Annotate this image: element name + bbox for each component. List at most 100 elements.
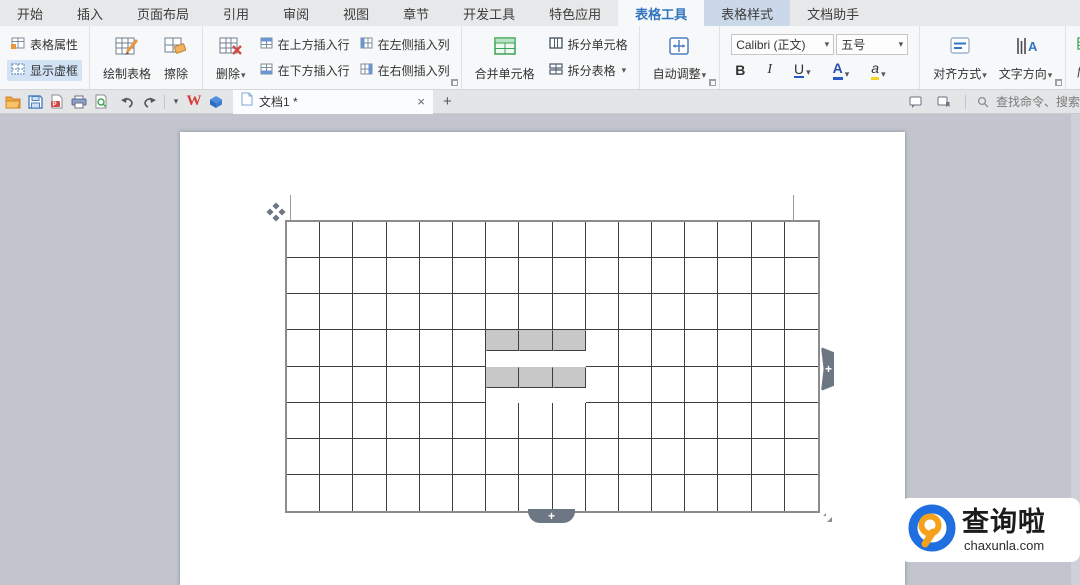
table-cell[interactable] [486,258,519,294]
table-cell[interactable] [387,367,420,403]
insert-col-right-button[interactable]: 在右侧插入列 [356,60,454,81]
menu-tab[interactable]: 章节 [386,0,446,26]
table-cell[interactable] [287,294,320,330]
table-cell[interactable] [353,294,386,330]
table-cell[interactable] [353,258,386,294]
table-cell[interactable] [519,258,552,294]
table-cell[interactable] [453,367,486,403]
table-cell[interactable] [353,222,386,258]
table-cell[interactable] [353,367,386,403]
table-cell[interactable] [287,439,320,475]
table-cell[interactable] [685,439,718,475]
print-preview-icon[interactable] [90,92,112,112]
undo-icon[interactable] [116,92,138,112]
table-cell[interactable] [519,403,552,439]
table-cell[interactable] [752,330,785,366]
table-cell[interactable] [718,258,751,294]
table-cell[interactable] [353,330,386,366]
table-cell[interactable] [685,403,718,439]
table-cell[interactable] [519,222,552,258]
table-cell[interactable] [619,439,652,475]
table-cell[interactable] [420,403,453,439]
table-cell[interactable] [752,475,785,511]
table-cell[interactable] [619,330,652,366]
highlight-button[interactable]: a▾ [867,60,889,80]
menu-tab[interactable]: 开发工具 [446,0,532,26]
table-cell[interactable] [387,330,420,366]
table-cell[interactable] [387,439,420,475]
table-cell[interactable] [387,475,420,511]
table-cell[interactable] [420,439,453,475]
menu-tab[interactable]: 视图 [326,0,386,26]
table-cell[interactable] [785,475,818,511]
table-cell[interactable] [652,475,685,511]
document-page[interactable]: + + [180,132,905,585]
table-cell[interactable] [486,403,519,439]
font-color-button[interactable]: A▾ [829,60,854,80]
autofit-button[interactable]: 自动调整▾ [647,31,713,85]
table-cell[interactable] [320,475,353,511]
table-cell[interactable] [287,367,320,403]
search-input[interactable]: 查找命令、搜索 [996,93,1080,110]
table-cell[interactable] [553,222,586,258]
document-tab[interactable]: 文档1 * × [233,90,433,114]
formula-button[interactable]: fx 公式 [1073,60,1080,81]
table-cell[interactable] [486,222,519,258]
table-cell[interactable] [652,222,685,258]
table-cell[interactable] [453,475,486,511]
table-cell[interactable] [420,367,453,403]
table-cell[interactable] [453,294,486,330]
font-name-select[interactable]: Calibri (正文) ▾ [731,34,834,55]
table-cell[interactable] [287,222,320,258]
table-cell[interactable] [486,439,519,475]
menu-tab[interactable]: 文档助手 [790,0,876,26]
table-cell[interactable] [519,439,552,475]
table-cell[interactable] [287,258,320,294]
table-cell[interactable] [553,367,586,388]
table-cell[interactable] [320,367,353,403]
table-cell[interactable] [652,439,685,475]
table-cell[interactable] [387,222,420,258]
quick-calc-button[interactable]: 快速计算 ▾ [1073,34,1080,55]
comment-icon[interactable] [905,92,927,112]
table-cell[interactable] [685,294,718,330]
table-cell[interactable] [752,258,785,294]
menu-tab[interactable]: 开始 [0,0,60,26]
eraser-button[interactable]: 擦除 [157,31,195,85]
table-cell[interactable] [785,439,818,475]
menu-tab[interactable]: 表格样式 [704,0,790,26]
table-cell[interactable] [519,330,552,351]
table-cell[interactable] [685,258,718,294]
save-icon[interactable] [24,92,46,112]
table-cell[interactable] [320,330,353,366]
italic-button[interactable]: I [763,61,776,79]
table-cell[interactable] [420,294,453,330]
split-cells-button[interactable]: 拆分单元格 [545,34,632,55]
table-cell[interactable] [519,367,552,388]
table-cell[interactable] [353,439,386,475]
table-cell[interactable] [652,330,685,366]
table-cell[interactable] [586,403,619,439]
table-cell[interactable] [685,222,718,258]
table-cell[interactable] [718,330,751,366]
table-cell[interactable] [718,439,751,475]
menu-tab[interactable]: 插入 [60,0,120,26]
export-pdf-icon[interactable]: P [46,92,68,112]
table-cell[interactable] [486,330,519,351]
table-move-handle-icon[interactable] [266,202,286,222]
insert-row-above-button[interactable]: 在上方插入行 [256,34,354,55]
menu-tab[interactable]: 表格工具 [618,0,704,26]
table-cell[interactable] [420,258,453,294]
insert-col-left-button[interactable]: 在左侧插入列 [356,34,454,55]
table-cell[interactable] [453,258,486,294]
menu-tab[interactable]: 审阅 [266,0,326,26]
menu-tab[interactable]: 引用 [206,0,266,26]
table-resize-handle-icon[interactable] [821,510,833,522]
insert-row-below-button[interactable]: 在下方插入行 [256,60,354,81]
table-cell[interactable] [752,403,785,439]
table-cell[interactable] [586,222,619,258]
table-cell[interactable] [619,258,652,294]
table-cell[interactable] [387,403,420,439]
table-cell[interactable] [752,222,785,258]
table-cell[interactable] [320,222,353,258]
